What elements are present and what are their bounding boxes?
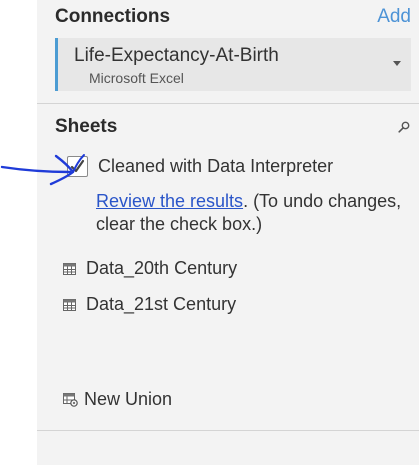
union-icon [63,393,78,407]
divider [37,103,419,104]
data-interpreter-checkbox[interactable] [67,156,88,177]
sheet-label: Data_20th Century [86,258,238,278]
connections-title: Connections [55,6,171,27]
connection-name: Life-Expectancy-At-Birth [74,45,279,66]
connection-item[interactable]: Life-Expectancy-At-Birth Microsoft Excel [55,38,411,91]
review-message: Review the results. (To undo changes, cl… [96,190,406,236]
review-results-link[interactable]: Review the results [96,191,243,211]
chevron-down-icon[interactable] [393,61,401,66]
search-icon[interactable] [398,121,410,133]
connection-type: Microsoft Excel [89,70,184,86]
sheet-label: Data_21st Century [86,294,237,314]
connections-header: Connections Add [55,6,411,30]
divider [37,430,419,431]
new-union-label: New Union [84,389,173,409]
data-interpreter-label: Cleaned with Data Interpreter [98,156,334,176]
sheets-title: Sheets [55,116,118,137]
add-connection-link[interactable]: Add [377,6,411,28]
table-icon [63,299,76,311]
table-icon [63,263,76,275]
data-source-panel: Connections Add Life-Expectancy-At-Birth… [37,0,419,465]
checkmark-icon [70,159,85,173]
